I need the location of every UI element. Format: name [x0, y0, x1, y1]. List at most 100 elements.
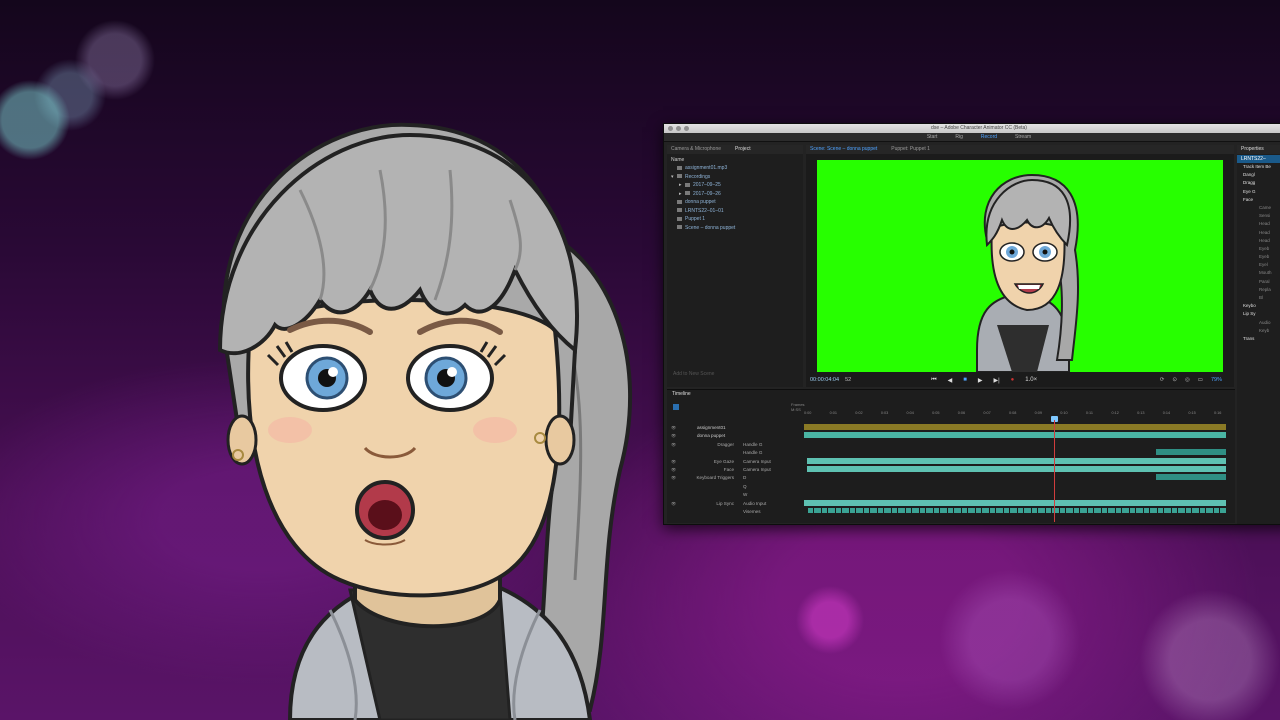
zoom-level[interactable]: 79% [1211, 377, 1222, 383]
property-row[interactable]: Eye G [1237, 188, 1280, 196]
track-input-label: Handle G [743, 441, 763, 447]
eye-icon[interactable]: 👁 [671, 466, 676, 474]
property-row[interactable]: Head [1237, 237, 1280, 245]
property-row[interactable]: Came [1237, 204, 1280, 212]
timeline-track-row[interactable]: 👁 Lip Sync Audio Input [667, 500, 802, 508]
property-row[interactable]: Trans [1237, 335, 1280, 343]
property-row[interactable]: Paral [1237, 278, 1280, 286]
timeline-track-row[interactable]: 👁 Face Camera Input [667, 466, 802, 474]
audio-track-bar[interactable] [804, 424, 1226, 430]
ruler-tick-label: 0:01 [829, 411, 838, 415]
properties-section[interactable]: Track Item Be [1237, 163, 1280, 171]
lip-sync-take-bar[interactable] [804, 499, 1226, 506]
property-row[interactable]: Keyb [1237, 327, 1280, 335]
timeline-track-row[interactable]: 👁 Dragger Handle G [667, 441, 802, 449]
camera-toggle-icon[interactable]: ⊙ [1172, 377, 1177, 383]
stop-icon[interactable]: ■ [963, 377, 967, 384]
mode-bar: Start Rig Record Stream [664, 133, 1280, 142]
track-behavior-label: Lip Sync [716, 500, 734, 506]
timeline-track-row[interactable]: 👁 Keyboard Triggers D [667, 474, 802, 482]
minimize-window-button[interactable] [676, 126, 681, 131]
eye-icon[interactable]: 👁 [671, 432, 676, 440]
property-row[interactable]: Eyeb [1237, 245, 1280, 253]
project-panel: Camera & Microphone Project Name assignm… [667, 145, 803, 387]
scene-panel: Scene: Scene – donna puppet Puppet: Pupp… [806, 145, 1234, 387]
ruler-tick-label: 0:03 [880, 411, 889, 415]
mic-icon[interactable]: ◎ [1185, 377, 1190, 383]
project-item[interactable]: ▾ Recordings [667, 173, 803, 182]
property-row[interactable]: Repla [1237, 286, 1280, 294]
audio-file-icon [677, 165, 682, 170]
eye-icon[interactable]: 👁 [671, 474, 676, 482]
property-row[interactable]: Dragg [1237, 179, 1280, 187]
eye-gaze-take-bar[interactable] [807, 457, 1226, 464]
property-row[interactable]: Keybo [1237, 302, 1280, 310]
eye-icon[interactable]: 👁 [671, 441, 676, 449]
step-back-icon[interactable]: ◀ [948, 377, 953, 384]
property-row[interactable]: Sensi [1237, 212, 1280, 220]
keyboard-take-bar[interactable] [1156, 474, 1226, 481]
timeline-track-row[interactable]: Q [667, 483, 802, 491]
project-item[interactable]: ▸ 2017–09–25 [667, 181, 803, 190]
properties-selected-item[interactable]: LRNTS22– [1237, 155, 1280, 163]
timeline-track-row[interactable]: 👁 Eye Gaze Camera Input [667, 458, 802, 466]
mode-record[interactable]: Record [981, 133, 997, 141]
property-row[interactable]: Mouth [1237, 269, 1280, 277]
property-row[interactable]: Eyeb [1237, 253, 1280, 261]
property-row[interactable]: Lip Sy [1237, 310, 1280, 318]
property-row[interactable]: Audio [1237, 319, 1280, 327]
project-item[interactable]: donna puppet [667, 198, 803, 207]
zoom-window-button[interactable] [684, 126, 689, 131]
visemes-take-bar[interactable] [808, 508, 1226, 513]
add-to-new-scene-button[interactable]: Add to New Scene [673, 371, 714, 377]
mode-stream[interactable]: Stream [1015, 133, 1031, 141]
property-row[interactable]: Bl [1237, 294, 1280, 302]
tab-project[interactable]: Project [735, 145, 751, 154]
project-item[interactable]: ▸ 2017–09–26 [667, 190, 803, 199]
scene-icon [677, 225, 682, 230]
loop-icon[interactable]: ⟳ [1160, 377, 1165, 383]
track-behavior-label: Keyboard Triggers [696, 475, 734, 481]
mode-start[interactable]: Start [927, 133, 938, 141]
property-row[interactable]: Eyel [1237, 261, 1280, 269]
timeline-track-row[interactable]: Handle G [667, 449, 802, 457]
timeline-track-row[interactable]: W [667, 491, 802, 499]
timeline-track-row[interactable]: Visemes [667, 508, 802, 516]
mode-rig[interactable]: Rig [955, 133, 963, 141]
eye-icon[interactable]: 👁 [671, 500, 676, 508]
property-row[interactable]: Head [1237, 229, 1280, 237]
project-item[interactable]: Scene – donna puppet [667, 224, 803, 233]
tab-puppet[interactable]: Puppet: Puppet 1 [891, 145, 930, 154]
face-take-bar[interactable] [807, 466, 1226, 472]
close-window-button[interactable] [668, 126, 673, 131]
track-behavior-label: Eye Gaze [713, 458, 734, 464]
window-title: dse – Adobe Character Animator CC (Beta) [931, 125, 1027, 131]
track-input-label: Camera Input [743, 458, 771, 464]
property-row[interactable]: Face [1237, 196, 1280, 204]
timeline-toggle-icon[interactable] [673, 404, 679, 410]
timeline-tracks[interactable] [804, 416, 1226, 522]
tab-scene[interactable]: Scene: Scene – donna puppet [810, 145, 877, 154]
playback-speed[interactable]: 1.0× [1025, 377, 1037, 384]
step-forward-icon[interactable]: ▶| [993, 377, 999, 384]
ruler-tick-label: 0:15 [1188, 411, 1196, 415]
tab-camera-microphone[interactable]: Camera & Microphone [671, 145, 721, 154]
property-row[interactable]: Head [1237, 220, 1280, 228]
puppet-track-bar[interactable] [804, 432, 1226, 439]
go-to-start-icon[interactable]: ⏮ [931, 377, 936, 384]
timeline-track-row[interactable]: 👁 donna puppet [667, 432, 802, 440]
eye-icon[interactable]: 👁 [671, 424, 676, 432]
record-icon[interactable]: ● [1011, 377, 1015, 384]
dragger-take-bar[interactable] [1156, 449, 1226, 455]
project-item[interactable]: Puppet 1 [667, 215, 803, 224]
property-row[interactable]: Dangl [1237, 171, 1280, 179]
view-icon[interactable]: ▭ [1198, 377, 1203, 383]
eye-icon[interactable]: 👁 [671, 458, 676, 466]
project-item[interactable]: assignment01.mp3 [667, 164, 803, 173]
track-input-label: donna puppet [697, 433, 726, 439]
timeline-track-row[interactable]: 👁 assignment01 [667, 424, 802, 432]
project-item[interactable]: LRNTS22–01–01 [667, 207, 803, 216]
timeline-ruler[interactable]: 0:00 0:01 0:02 0:03 0:04 0:05 0:06 0:07 0:08 0:09… [804, 401, 1224, 423]
scene-stage[interactable] [817, 160, 1223, 372]
play-icon[interactable]: ▶ [978, 377, 983, 384]
